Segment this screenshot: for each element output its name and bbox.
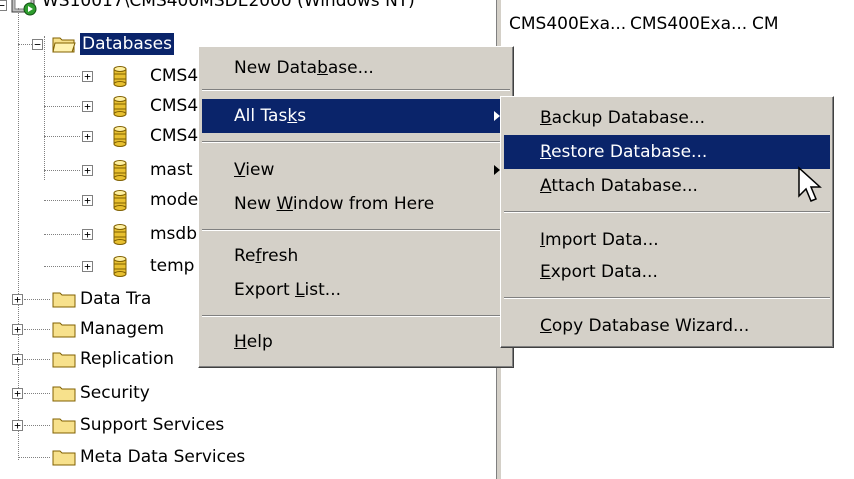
tree-folder-label: Replication <box>80 349 175 369</box>
database-icon <box>113 256 127 277</box>
expand-toggle[interactable]: + <box>12 294 23 305</box>
expand-toggle[interactable]: + <box>82 165 93 176</box>
tree-db-label: temp <box>150 256 195 276</box>
expand-toggle[interactable]: + <box>12 324 23 335</box>
tree-folder-item[interactable]: + Managem <box>0 316 210 346</box>
folder-icon <box>52 450 76 466</box>
folder-icon <box>52 292 76 308</box>
menu-item-copy-database-wizard[interactable]: Copy Database Wizard... <box>504 309 830 343</box>
tree-folder-item[interactable]: Meta Data Services <box>0 444 320 474</box>
folder-icon <box>52 418 76 434</box>
menu-separator <box>504 211 830 213</box>
menu-item-export-data[interactable]: Export Data... <box>504 255 830 289</box>
database-icon <box>113 160 127 181</box>
tree-db-label: CMS4 <box>150 96 199 116</box>
tree-node-databases[interactable]: Databases <box>79 32 175 56</box>
menu-item-export-list[interactable]: Export List... <box>202 273 510 307</box>
folder-icon <box>52 386 76 402</box>
menu-separator <box>202 141 510 143</box>
tree-db-item[interactable]: + mast <box>0 158 200 188</box>
database-icon <box>113 224 127 245</box>
tree-folder-label: Data Tra <box>80 289 152 309</box>
tree-db-item[interactable]: + CMS4 <box>0 94 200 124</box>
tree-db-item[interactable]: + temp <box>0 254 200 284</box>
tree-folder-item[interactable]: + Data Tra <box>0 286 210 316</box>
database-icon <box>113 126 127 147</box>
expand-toggle[interactable]: + <box>82 229 93 240</box>
server-icon <box>11 0 37 16</box>
menu-item-help[interactable]: Help <box>202 325 510 359</box>
database-icon <box>113 190 127 211</box>
tree-db-label: mode <box>150 190 199 210</box>
mouse-pointer-icon <box>798 166 822 202</box>
tree-db-item[interactable]: + mode <box>0 188 200 218</box>
tree-db-label: msdb <box>150 224 197 244</box>
menu-item-import-data[interactable]: Import Data... <box>504 223 830 257</box>
menu-separator <box>202 229 510 231</box>
open-folder-icon <box>52 37 76 53</box>
list-column-header[interactable]: CMS400Exa... <box>630 14 747 34</box>
expand-toggle[interactable]: + <box>82 195 93 206</box>
menu-separator <box>202 315 510 317</box>
tree-node-root[interactable]: WS10017\CMS400MSDE2000 (Windows NT) <box>42 0 415 12</box>
tree-db-label: mast <box>150 160 193 180</box>
root-collapse-toggle[interactable]: − <box>0 0 7 11</box>
tree-db-label: CMS4 <box>150 126 199 146</box>
expand-toggle[interactable]: + <box>82 261 93 272</box>
tree-folder-label: Managem <box>80 319 165 339</box>
folder-icon <box>52 352 76 368</box>
menu-item-restore-database[interactable]: Restore Database... <box>504 135 830 169</box>
menu-item-attach-database[interactable]: Attach Database... <box>504 169 830 203</box>
database-icon <box>113 66 127 87</box>
tree-db-item[interactable]: + CMS4 <box>0 64 200 94</box>
tree-folder-item[interactable]: + Replication <box>0 346 210 376</box>
all-tasks-submenu: Backup Database... Restore Database... A… <box>500 96 834 348</box>
database-icon <box>113 96 127 117</box>
databases-collapse-toggle[interactable]: − <box>32 39 43 50</box>
expand-toggle[interactable]: + <box>82 101 93 112</box>
expand-toggle[interactable]: + <box>82 71 93 82</box>
menu-separator <box>202 89 510 91</box>
expand-toggle[interactable]: + <box>12 420 23 431</box>
menu-item-view[interactable]: View <box>202 153 510 187</box>
menu-separator <box>504 297 830 299</box>
expand-toggle[interactable]: + <box>12 354 23 365</box>
menu-item-backup-database[interactable]: Backup Database... <box>504 101 830 135</box>
list-column-header[interactable]: CM <box>752 14 779 34</box>
tree-db-item[interactable]: + msdb <box>0 222 200 252</box>
expand-toggle[interactable]: + <box>12 388 23 399</box>
list-column-header[interactable]: CMS400Exa... <box>509 14 626 34</box>
tree-folder-label: Support Services <box>80 415 225 435</box>
tree-folder-item[interactable]: + Support Services <box>0 412 300 442</box>
expand-toggle[interactable]: + <box>82 131 93 142</box>
tree-folder-item[interactable]: + Security <box>0 380 210 410</box>
menu-item-new-window-from-here[interactable]: New Window from Here <box>202 187 510 221</box>
menu-item-all-tasks[interactable]: All Tasks <box>202 99 510 133</box>
tree-db-item[interactable]: + CMS4 <box>0 124 200 154</box>
menu-item-refresh[interactable]: Refresh <box>202 239 510 273</box>
tree-folder-label: Meta Data Services <box>80 447 246 467</box>
context-menu: New Database... All Tasks View New Windo… <box>198 46 514 368</box>
menu-item-new-database[interactable]: New Database... <box>202 51 510 85</box>
tree-folder-label: Security <box>80 383 150 403</box>
folder-icon <box>52 322 76 338</box>
tree-db-label: CMS4 <box>150 66 199 86</box>
